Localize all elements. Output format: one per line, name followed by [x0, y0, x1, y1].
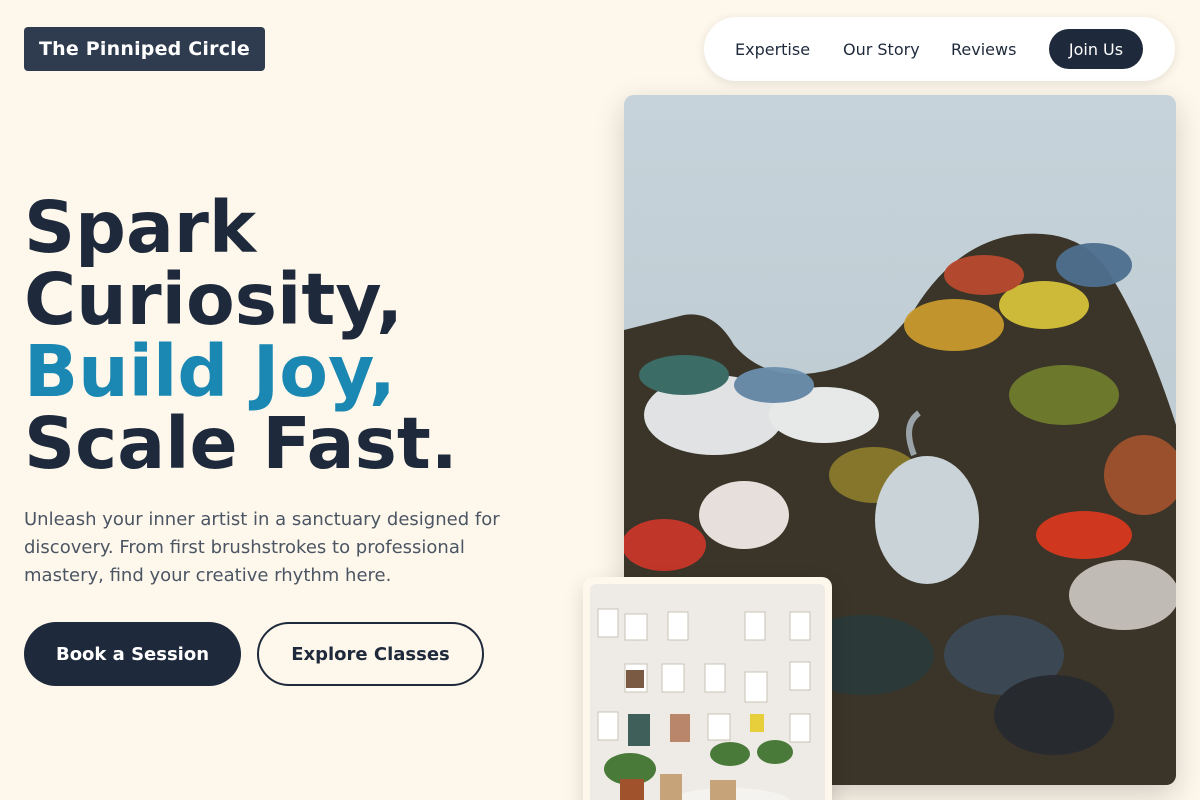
top-nav: Expertise Our Story Reviews Join Us	[704, 17, 1175, 81]
nav-link-expertise[interactable]: Expertise	[735, 17, 810, 81]
nav-link-reviews[interactable]: Reviews	[951, 17, 1016, 81]
hero-title-line-1: Spark	[24, 186, 257, 269]
studio-illustration	[590, 584, 825, 800]
hero-subtitle: Unleash your inner artist in a sanctuary…	[24, 509, 500, 586]
explore-classes-button[interactable]: Explore Classes	[257, 622, 484, 686]
book-session-button[interactable]: Book a Session	[24, 622, 241, 686]
studio-wall-image-frame	[583, 577, 832, 800]
nav-link-our-story[interactable]: Our Story	[843, 17, 920, 81]
hero-title: Spark Curiosity, Build Joy, Scale Fast.	[24, 192, 458, 480]
hero-title-line-2: Curiosity,	[24, 258, 404, 341]
hero-title-line-4: Scale Fast.	[24, 402, 458, 485]
studio-wall-image	[590, 584, 825, 800]
hero-title-accent: Build Joy,	[24, 330, 396, 413]
brand-logo[interactable]: The Pinniped Circle	[24, 27, 265, 71]
join-us-button[interactable]: Join Us	[1049, 29, 1143, 69]
